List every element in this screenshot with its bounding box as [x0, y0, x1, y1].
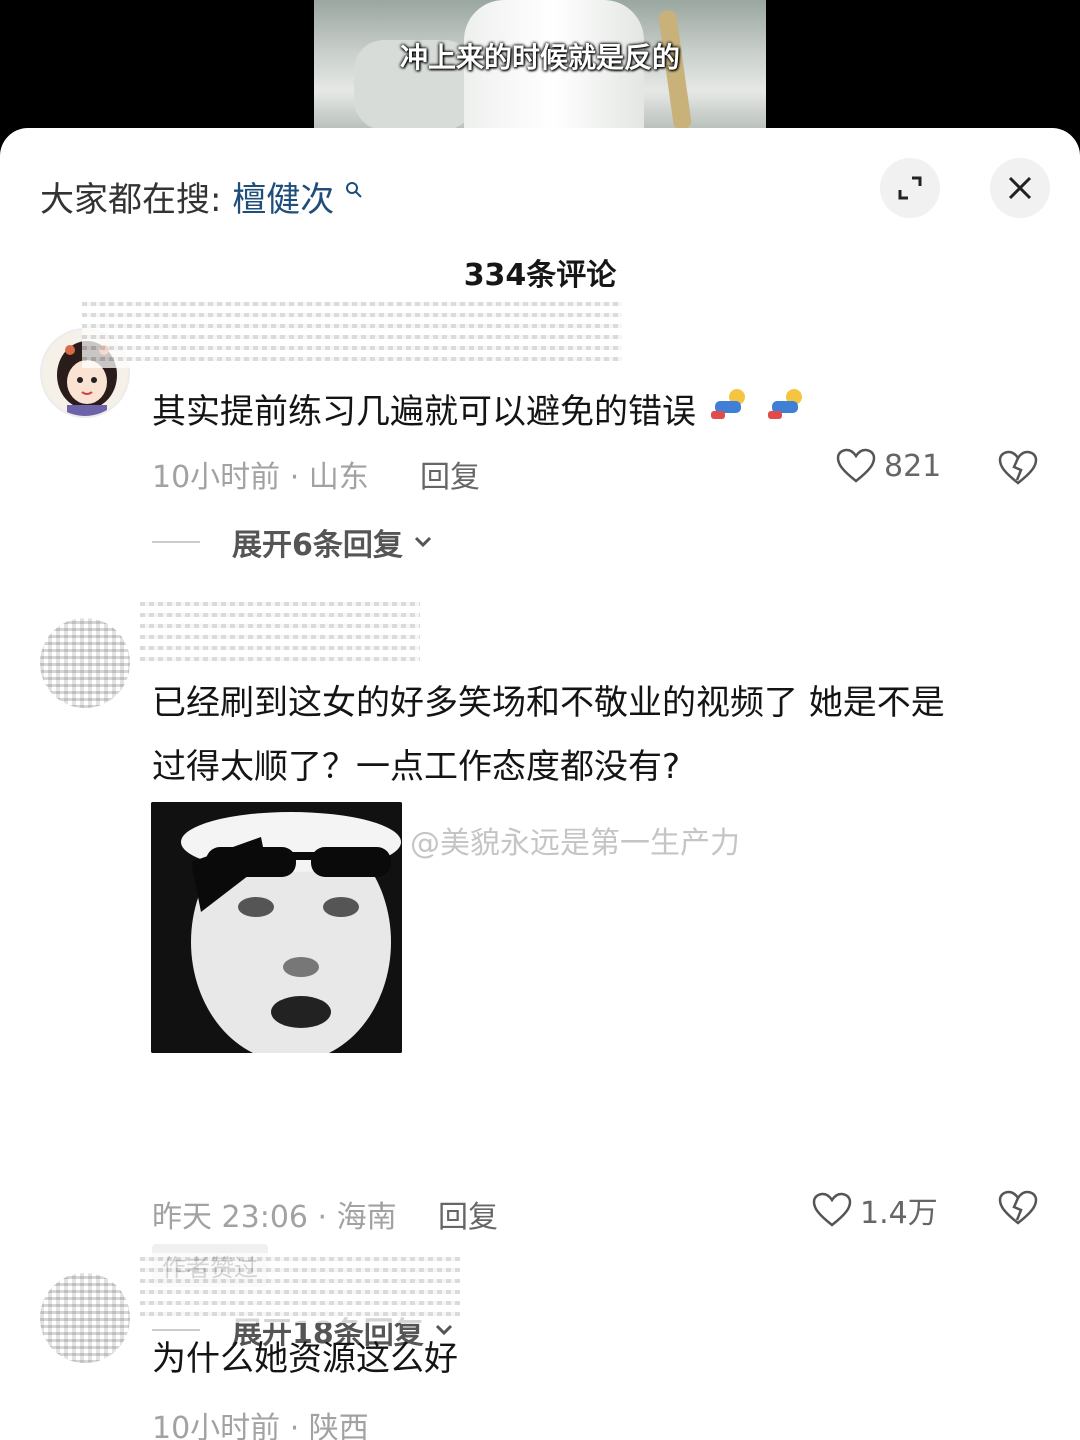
- comment-meta: 昨天 23:06 · 海南: [152, 1200, 397, 1235]
- emoji-icon: [764, 389, 810, 432]
- comment-panel: 大家都在搜: 檀健次 334条评论 其实提前练习几遍就可以避免的错误 10小时前…: [0, 128, 1080, 1440]
- like-button[interactable]: 1.4万: [812, 1188, 938, 1232]
- comment-text-line: 已经刷到这女的好多笑场和不敬业的视频了 她是不是: [152, 683, 945, 723]
- comment-meta: 10小时前 · 山东: [152, 460, 369, 495]
- comment-meta: 10小时前 · 陕西: [152, 1411, 369, 1440]
- close-icon: [1008, 176, 1032, 200]
- expand-replies-button[interactable]: 展开6条回复: [152, 520, 433, 564]
- expand-button[interactable]: [880, 158, 940, 218]
- broken-heart-icon: [998, 450, 1038, 485]
- trending-search[interactable]: 大家都在搜: 檀健次: [40, 172, 363, 221]
- reply-button[interactable]: 回复: [420, 452, 480, 496]
- like-button[interactable]: 821: [836, 448, 941, 484]
- expand-replies-label: 展开6条回复: [232, 528, 403, 563]
- username-obscured: [82, 298, 622, 368]
- like-count: 1.4万: [860, 1196, 938, 1231]
- search-icon: [345, 180, 363, 204]
- sticker-image[interactable]: [151, 802, 402, 1053]
- video-subtitle: 冲上来的时候就是反的: [399, 41, 680, 74]
- avatar[interactable]: [40, 1273, 130, 1363]
- trending-search-prefix: 大家都在搜:: [40, 180, 222, 220]
- username-obscured: [140, 598, 420, 668]
- trending-search-keyword[interactable]: 檀健次: [232, 180, 334, 220]
- comment-text: 为什么她资源这么好: [152, 1339, 458, 1379]
- close-button[interactable]: [990, 158, 1050, 218]
- reply-button[interactable]: 回复: [438, 1192, 498, 1236]
- comment-count-title: 334条评论: [463, 258, 617, 293]
- emoji-icon: [707, 389, 764, 432]
- username-obscured: [140, 1253, 460, 1323]
- dislike-button[interactable]: [998, 450, 1038, 490]
- video-frame[interactable]: 冲上来的时候就是反的: [314, 0, 766, 130]
- expand-icon: [898, 176, 922, 200]
- sticker-meme-image: [151, 802, 402, 1053]
- dislike-button[interactable]: [998, 1190, 1038, 1230]
- comment-text-line: 过得太顺了？一点工作态度都没有?: [152, 747, 681, 787]
- broken-heart-icon: [998, 1190, 1038, 1225]
- like-count: 821: [884, 448, 942, 484]
- heart-icon: [836, 448, 876, 483]
- video-player[interactable]: 冲上来的时候就是反的: [0, 0, 1080, 130]
- comment-text: 其实提前练习几遍就可以避免的错误: [152, 380, 810, 444]
- comment-text: 已经刷到这女的好多笑场和不敬业的视频了 她是不是 过得太顺了？一点工作态度都没有…: [152, 671, 945, 799]
- heart-icon: [812, 1192, 852, 1227]
- chevron-down-icon: [414, 536, 431, 548]
- watermark: @美貌永远是第一生产力: [410, 826, 740, 861]
- avatar[interactable]: [40, 618, 130, 708]
- divider: [152, 541, 200, 543]
